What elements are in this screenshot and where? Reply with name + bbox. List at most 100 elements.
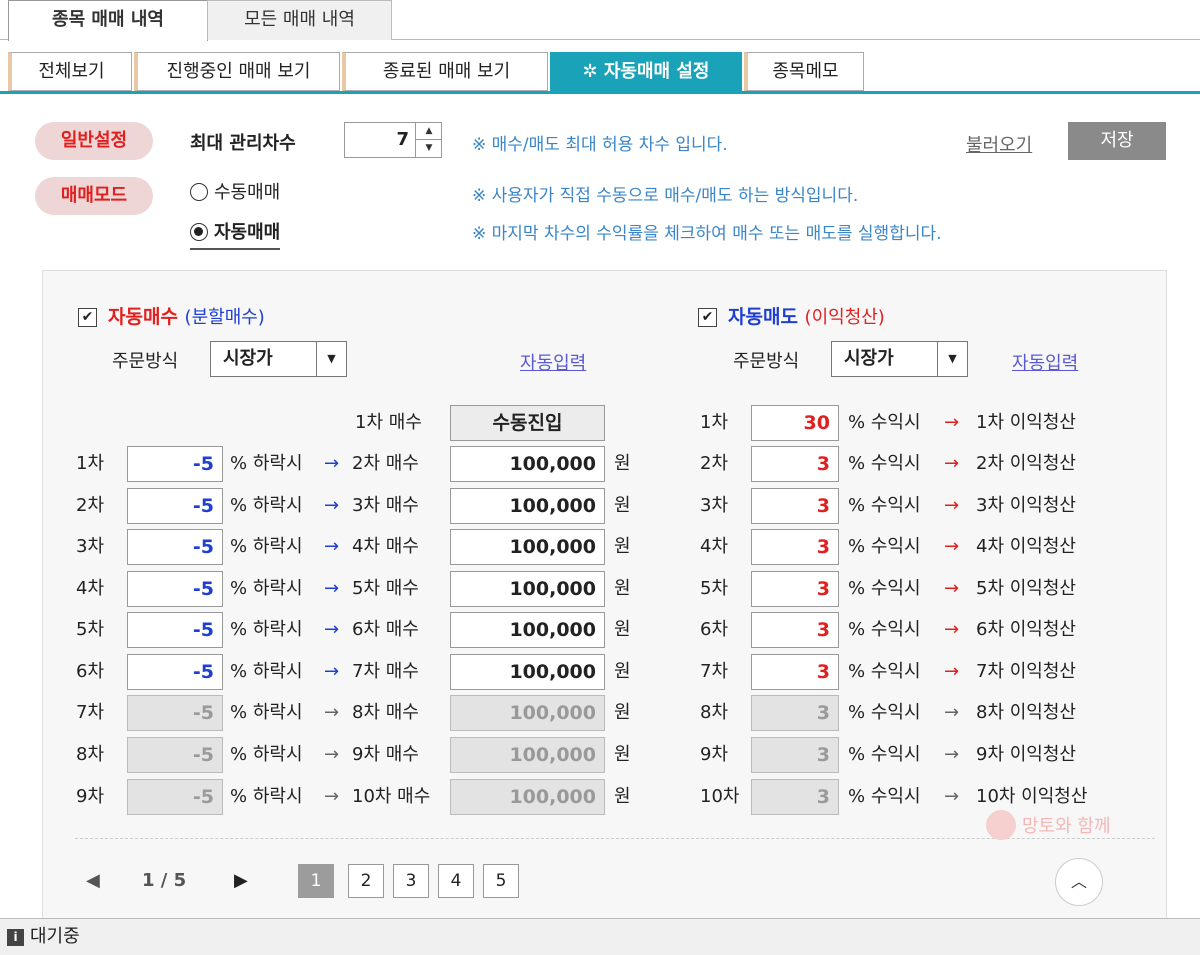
tab-auto-trade-settings[interactable]: ✲ 자동매매 설정: [550, 52, 742, 91]
tab-view-all[interactable]: 전체보기: [8, 52, 132, 91]
sell-next-label: 5차 이익청산: [976, 578, 1076, 599]
watermark-logo-icon: [986, 810, 1016, 840]
sell-profit-pct-input[interactable]: 3: [751, 446, 839, 482]
buy-amount-input[interactable]: 100,000: [450, 612, 605, 648]
buy-drop-pct-input[interactable]: -5: [127, 488, 223, 524]
buy-drop-pct-input[interactable]: -5: [127, 612, 223, 648]
buy-drop-pct-input[interactable]: -5: [127, 529, 223, 565]
buy-next-label: 7차 매수: [352, 661, 419, 682]
buy-step-label: 6차: [76, 661, 105, 682]
max-rounds-note: ※ 매수/매도 최대 허용 차수 입니다.: [472, 135, 728, 155]
buy-pct-unit: % 하락시: [230, 786, 303, 807]
sell-pct-unit: % 수익시: [848, 744, 921, 765]
buy-drop-pct-input: -5: [127, 779, 223, 815]
right-arrow-icon: →: [944, 744, 960, 765]
max-rounds-label: 최대 관리차수: [190, 133, 296, 154]
sell-pct-unit: % 수익시: [848, 412, 921, 433]
page-button-4[interactable]: 4: [438, 864, 474, 898]
sell-next-label: 9차 이익청산: [976, 744, 1076, 765]
right-arrow-icon: →: [324, 495, 340, 516]
sell-next-label: 2차 이익청산: [976, 453, 1076, 474]
tab-stock-trades[interactable]: 종목 매매 내역: [8, 0, 208, 41]
auto-sell-checkbox[interactable]: ✔: [698, 308, 717, 327]
buy-next-label: 2차 매수: [352, 453, 419, 474]
auto-buy-subtitle: (분할매수): [184, 307, 265, 328]
auto-mode-radio[interactable]: 자동매매: [190, 218, 281, 250]
buy-amount-input[interactable]: 100,000: [450, 488, 605, 524]
sell-order-type-select[interactable]: 시장가 ▼: [831, 341, 968, 377]
won-unit: 원: [614, 453, 631, 474]
won-unit: 원: [614, 619, 631, 640]
sell-order-type-value: 시장가: [844, 348, 894, 369]
stepper-up-icon[interactable]: ▲: [415, 123, 442, 140]
right-arrow-icon: →: [324, 578, 340, 599]
page-button-1[interactable]: 1: [298, 864, 334, 898]
auto-buy-title: 자동매수 (분할매수): [108, 302, 265, 329]
sell-profit-pct-input[interactable]: 3: [751, 654, 839, 690]
buy-drop-pct-input[interactable]: -5: [127, 654, 223, 690]
page-button-5[interactable]: 5: [483, 864, 519, 898]
stepper-down-icon[interactable]: ▼: [415, 140, 442, 157]
gear-icon: ✲: [582, 61, 598, 82]
sell-pct-unit: % 수익시: [848, 619, 921, 640]
buy-order-type-select[interactable]: 시장가 ▼: [210, 341, 347, 377]
sell-profit-pct-input[interactable]: 3: [751, 612, 839, 648]
right-arrow-icon: →: [324, 744, 340, 765]
scroll-top-button[interactable]: ︿: [1055, 858, 1103, 906]
sell-profit-pct-input[interactable]: 30: [751, 405, 839, 441]
prev-page-icon[interactable]: ◀: [86, 864, 100, 898]
buy-amount-input[interactable]: 100,000: [450, 654, 605, 690]
sell-profit-pct-input[interactable]: 3: [751, 529, 839, 565]
status-bar: i 대기중: [0, 918, 1200, 955]
auto-buy-checkbox[interactable]: ✔: [78, 308, 97, 327]
sell-profit-pct-input[interactable]: 3: [751, 571, 839, 607]
tab-all-trades[interactable]: 모든 매매 내역: [207, 0, 392, 40]
won-unit: 원: [614, 702, 631, 723]
save-button[interactable]: 저장: [1068, 122, 1166, 160]
won-unit: 원: [614, 578, 631, 599]
radio-on-icon: [190, 223, 208, 241]
manual-mode-radio[interactable]: 수동매매: [190, 178, 280, 204]
right-arrow-icon: →: [944, 786, 960, 807]
tab-view-active[interactable]: 진행중인 매매 보기: [134, 52, 340, 91]
buy-next-label: 6차 매수: [352, 619, 419, 640]
buy-amount-input[interactable]: 100,000: [450, 571, 605, 607]
buy-auto-input-link[interactable]: 자동입력: [520, 349, 586, 375]
sell-next-label: 6차 이익청산: [976, 619, 1076, 640]
buy-drop-pct-input[interactable]: -5: [127, 446, 223, 482]
sell-profit-pct-input[interactable]: 3: [751, 488, 839, 524]
buy-order-type-label: 주문방식: [112, 351, 179, 372]
tab-view-finished[interactable]: 종료된 매매 보기: [342, 52, 548, 91]
auto-mode-label: 자동매매: [214, 222, 281, 243]
buy-pct-unit: % 하락시: [230, 744, 303, 765]
buy-drop-pct-input[interactable]: -5: [127, 571, 223, 607]
sell-next-label: 8차 이익청산: [976, 702, 1076, 723]
sell-pct-unit: % 수익시: [848, 661, 921, 682]
page-button-2[interactable]: 2: [348, 864, 384, 898]
won-unit: 원: [614, 661, 631, 682]
sell-step-label: 10차: [700, 786, 740, 807]
buy-amount-input[interactable]: 100,000: [450, 446, 605, 482]
buy-amount-input[interactable]: 100,000: [450, 529, 605, 565]
sell-auto-input-link[interactable]: 자동입력: [1012, 349, 1078, 375]
sell-pct-unit: % 수익시: [848, 453, 921, 474]
won-unit: 원: [614, 744, 631, 765]
tab-stock-memo[interactable]: 종목메모: [744, 52, 864, 91]
buy-drop-pct-input: -5: [127, 695, 223, 731]
chevron-up-icon: ︿: [1070, 872, 1087, 891]
load-link[interactable]: 불러오기: [966, 131, 1032, 157]
page-button-3[interactable]: 3: [393, 864, 429, 898]
buy-amount-input: 100,000: [450, 695, 605, 731]
max-rounds-stepper[interactable]: 7 ▲ ▼: [344, 122, 442, 158]
buy-order-type-value: 시장가: [223, 348, 273, 369]
max-rounds-value[interactable]: 7: [345, 123, 415, 157]
buy-step-label: 5차: [76, 619, 105, 640]
buy-pct-unit: % 하락시: [230, 578, 303, 599]
right-arrow-icon: →: [944, 536, 960, 557]
sell-next-label: 7차 이익청산: [976, 661, 1076, 682]
sell-step-label: 6차: [700, 619, 729, 640]
sell-next-label: 4차 이익청산: [976, 536, 1076, 557]
sell-step-label: 7차: [700, 661, 729, 682]
next-page-icon[interactable]: ▶: [234, 864, 248, 898]
sell-step-label: 2차: [700, 453, 729, 474]
